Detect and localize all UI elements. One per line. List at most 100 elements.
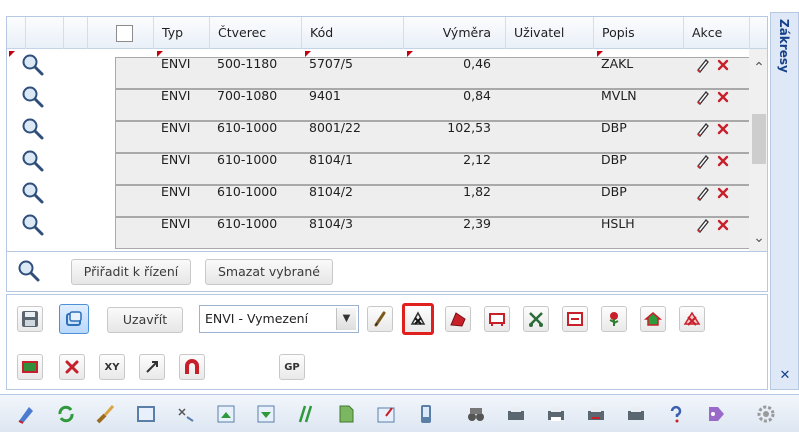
move-left-icon[interactable]	[214, 402, 238, 426]
scroll-thumb[interactable]	[752, 114, 766, 164]
house-icon	[644, 312, 662, 326]
snap-tool[interactable]	[179, 354, 205, 380]
zoom-to-icon[interactable]	[21, 85, 45, 109]
close-icon[interactable]: ✕	[778, 369, 792, 383]
header-vymera[interactable]: Výměra	[403, 17, 505, 49]
side-panel-zakresy[interactable]: Zákresy ✕	[770, 12, 799, 390]
scroll-up-icon[interactable]: ⌃	[752, 61, 766, 75]
bridge-tool[interactable]	[484, 306, 510, 332]
polygon-tool[interactable]	[445, 306, 471, 332]
cell-popis: DBP	[601, 120, 627, 135]
document-icon[interactable]	[334, 402, 358, 426]
grid-scrollbar[interactable]: ⌃ ⌄	[749, 49, 767, 251]
header-uzivatel[interactable]: Uživatel	[505, 17, 593, 49]
scroll-down-icon[interactable]: ⌄	[752, 231, 766, 245]
export-icon[interactable]	[374, 402, 398, 426]
save-tool[interactable]	[17, 306, 43, 332]
arrow-tool[interactable]	[139, 354, 165, 380]
close-button[interactable]: Uzavřít	[107, 307, 183, 333]
drawing-list-panel: Typ Čtverec Kód Výměra Uživatel Popis Ak…	[6, 12, 768, 390]
print-report-icon[interactable]	[624, 402, 648, 426]
delete-polygon-tool[interactable]	[679, 306, 705, 332]
table-row[interactable]: ENVI 610-1000 8104/3 2,39 HSLH	[7, 209, 767, 249]
help-icon[interactable]	[664, 402, 688, 426]
header-ctverec[interactable]: Čtverec	[209, 17, 301, 49]
layer-select-value: ENVI - Vymezení	[205, 311, 309, 326]
zoom-to-icon[interactable]	[21, 53, 45, 77]
table-row[interactable]: ENVI 610-1000 8104/1 2,12 DBP	[7, 145, 767, 185]
window-mode-tool[interactable]	[59, 304, 89, 334]
chevron-down-icon[interactable]: ▼	[336, 308, 356, 330]
cell-popis: DBP	[601, 184, 627, 199]
delete-icon[interactable]	[717, 59, 729, 74]
cell-kod: 5707/5	[309, 56, 353, 71]
delete-icon[interactable]	[717, 219, 729, 234]
side-panel-title: Zákresy	[777, 19, 791, 73]
edit-icon[interactable]	[695, 57, 711, 76]
edit-icon[interactable]	[695, 121, 711, 140]
phone-icon[interactable]	[414, 402, 438, 426]
print-preview-icon[interactable]	[544, 402, 568, 426]
remove-vertex-icon	[410, 311, 426, 325]
binoculars-icon[interactable]	[464, 402, 488, 426]
delete-icon[interactable]	[717, 123, 729, 138]
table-row[interactable]: ENVI 500-1180 5707/5 0,46 ZAKL	[7, 49, 767, 89]
cell-typ: ENVI	[161, 216, 191, 231]
edit-icon[interactable]	[695, 153, 711, 172]
grid-action-bar: Přiřadit k řízení Smazat vybrané	[6, 252, 768, 292]
table-row[interactable]: ENVI 610-1000 8001/22 102,53 DBP	[7, 113, 767, 153]
tag-icon[interactable]	[704, 402, 728, 426]
move-right-icon[interactable]	[254, 402, 278, 426]
window-icon[interactable]	[134, 402, 158, 426]
changed-marker	[157, 51, 163, 57]
delete-icon[interactable]	[717, 187, 729, 202]
header-popis[interactable]: Popis	[593, 17, 683, 49]
layer-select[interactable]: ENVI - Vymezení ▼	[199, 305, 359, 333]
floppy-icon	[22, 311, 38, 327]
measure-icon[interactable]	[294, 402, 318, 426]
gear-icon[interactable]	[754, 402, 778, 426]
merge-tool[interactable]	[562, 306, 588, 332]
delete-selected-button[interactable]: Smazat vybrané	[205, 259, 333, 285]
brush-icon[interactable]	[94, 402, 118, 426]
table-row[interactable]: ENVI 610-1000 8104/2 1,82 DBP	[7, 177, 767, 217]
zoom-to-icon[interactable]	[21, 181, 45, 205]
delete-icon[interactable]	[717, 155, 729, 170]
search-icon[interactable]	[17, 259, 41, 283]
table-row[interactable]: ENVI 700-1080 9401 0,84 MVLN	[7, 81, 767, 121]
remove-vertex-tool[interactable]	[402, 303, 434, 335]
edit-icon[interactable]	[695, 185, 711, 204]
gp-tool[interactable]: GP	[279, 354, 305, 380]
xy-tool[interactable]: XY	[99, 354, 125, 380]
edit-icon[interactable]	[695, 89, 711, 108]
flower-tool[interactable]	[601, 306, 627, 332]
delete-icon[interactable]	[717, 91, 729, 106]
gp-label: GP	[284, 361, 300, 373]
header-akce: Akce	[683, 17, 749, 49]
zoom-to-icon[interactable]	[21, 213, 45, 237]
print-map-icon[interactable]	[584, 402, 608, 426]
cell-popis: DBP	[601, 152, 627, 167]
header-typ[interactable]: Typ	[153, 17, 209, 49]
header-kod[interactable]: Kód	[301, 17, 403, 49]
assign-to-proceeding-button[interactable]: Přiřadit k řízení	[71, 259, 191, 285]
cancel-tool[interactable]	[59, 354, 85, 380]
select-all-checkbox[interactable]	[116, 25, 133, 42]
zoom-to-icon[interactable]	[21, 149, 45, 173]
coordinates-icon[interactable]	[174, 402, 198, 426]
house-tool[interactable]	[640, 306, 666, 332]
pencil-tool[interactable]	[367, 306, 393, 332]
cell-kod: 8104/3	[309, 216, 353, 231]
split-tool[interactable]	[523, 306, 549, 332]
fill-tool[interactable]	[17, 354, 43, 380]
cell-kod: 8104/1	[309, 152, 353, 167]
cell-typ: ENVI	[161, 120, 191, 135]
zoom-to-icon[interactable]	[21, 117, 45, 141]
delete-polygon-icon	[683, 311, 701, 326]
print-icon[interactable]	[504, 402, 528, 426]
draw-tool-icon[interactable]	[14, 402, 38, 426]
windows-icon	[66, 311, 82, 326]
close-icon	[65, 360, 79, 374]
refresh-icon[interactable]	[54, 402, 78, 426]
edit-icon[interactable]	[695, 217, 711, 236]
